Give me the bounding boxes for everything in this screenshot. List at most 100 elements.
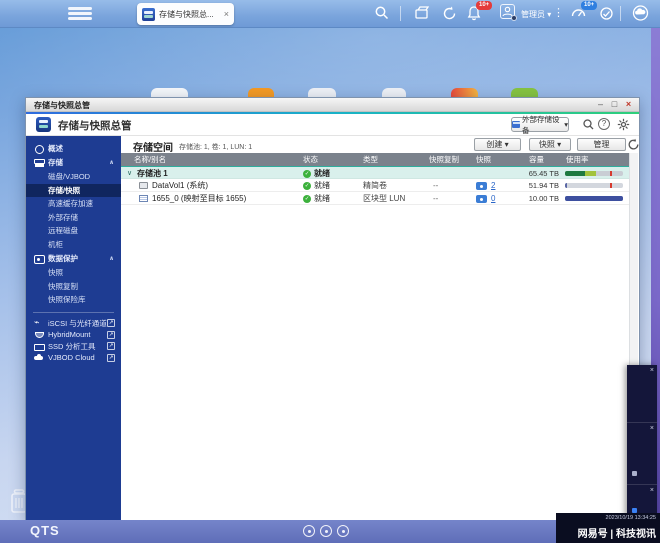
close-button[interactable]: ×: [622, 98, 635, 111]
table-header: 名称/别名 状态 类型 快照复制 快照 容量 使用率: [121, 153, 629, 166]
external-link-icon: ↗: [107, 342, 115, 350]
dock-shortcut-icon[interactable]: [320, 525, 332, 537]
iscsi-icon: [34, 319, 43, 328]
snapshot-count-link[interactable]: 0: [491, 192, 495, 205]
toast-card[interactable]: ×: [627, 365, 657, 423]
toast-card[interactable]: ×: [627, 423, 657, 485]
sidebar-item-enclosure[interactable]: 机柜: [26, 238, 121, 252]
taskbar-tab-storage-snapshots[interactable]: 存储与快照总... ×: [137, 3, 234, 25]
refresh-icon[interactable]: [627, 138, 639, 151]
snapshot-badge-icon: [476, 182, 487, 190]
sidebar-link-ssd-profiling[interactable]: SSD 分析工具 ↗: [26, 341, 121, 353]
notification-count-badge: 10+: [476, 1, 492, 10]
sidebar-item-snapshots[interactable]: 快照: [26, 266, 121, 280]
column-status[interactable]: 状态: [303, 153, 318, 166]
column-replica[interactable]: 快照复制: [429, 153, 459, 166]
dock-shortcut-icon[interactable]: [303, 525, 315, 537]
toast-close-icon[interactable]: ×: [650, 425, 654, 432]
sidebar-item-cache-acceleration[interactable]: 高速缓存加速: [26, 197, 121, 211]
user-menu[interactable]: 管理员 ▾: [521, 9, 551, 20]
resource-monitor-icon[interactable]: [598, 5, 615, 22]
sidebar-item-label: 远程磁盘: [48, 225, 78, 236]
storage-icon: [34, 158, 43, 167]
search-icon[interactable]: [374, 5, 390, 21]
maximize-button[interactable]: □: [608, 98, 621, 111]
drive-icon: [512, 121, 520, 128]
snapshot-count-link[interactable]: 2: [491, 179, 495, 192]
user-caret-icon: ▾: [547, 10, 551, 19]
status-label: 就绪: [314, 179, 330, 192]
sidebar-item-label: 快照保险库: [48, 294, 86, 305]
more-options-icon[interactable]: ⋮: [553, 5, 564, 21]
snapshot-button[interactable]: 快照 ▾: [529, 138, 571, 151]
column-snapshots[interactable]: 快照: [476, 153, 491, 166]
sidebar-item-overview[interactable]: 概述: [26, 141, 121, 155]
external-link-icon: ↗: [107, 319, 115, 327]
app-title: 存储与快照总管: [58, 118, 132, 133]
sidebar-link-label: HybridMount: [48, 330, 91, 339]
snapshot-label: 快照: [539, 140, 555, 149]
storage-app-icon: [36, 117, 51, 132]
settings-gear-icon[interactable]: [617, 118, 630, 131]
ssd-tool-icon: [34, 342, 43, 351]
tab-close-icon[interactable]: ×: [224, 9, 229, 19]
sidebar-item-snapshot-vault[interactable]: 快照保险库: [26, 293, 121, 307]
sidebar-item-label: 机柜: [48, 239, 63, 250]
create-button[interactable]: 创建 ▾: [474, 138, 521, 151]
toast-close-icon[interactable]: ×: [650, 367, 654, 374]
toast-close-icon[interactable]: ×: [650, 487, 654, 494]
toast-app-icon: [632, 471, 637, 476]
sidebar-item-label: 外部存储: [48, 212, 78, 223]
sidebar-item-label: 快照复制: [48, 281, 78, 292]
column-capacity[interactable]: 容量: [529, 153, 544, 166]
sidebar-item-external-storage[interactable]: 外部存储: [26, 211, 121, 225]
watermark-timestamp: 2023/10/19 13:34:25: [606, 515, 656, 521]
type-label: 区块型 LUN: [363, 192, 405, 205]
sidebar-link-label: SSD 分析工具: [48, 341, 96, 352]
capacity-value: 51.94 TB: [517, 179, 559, 192]
table-row-lun[interactable]: 1655_0 (映射至目标 1655) ✓ 就绪 区块型 LUN -- 0 10…: [121, 192, 629, 205]
caret-down-icon: ▾: [564, 120, 568, 129]
table-row-storage-pool[interactable]: ∨ 存储池 1 ✓ 就绪 65.45 TB: [121, 166, 629, 179]
volume-icon: [139, 182, 148, 189]
replica-value: --: [433, 179, 438, 192]
sidebar-item-disks-vjbod[interactable]: 磁盘/VJBOD: [26, 170, 121, 184]
sidebar-group-data-protection[interactable]: 数据保护 ∧: [26, 251, 121, 266]
user-status-dot: [511, 15, 517, 21]
sidebar-link-label: iSCSI 与光纤通道: [48, 318, 107, 329]
dock-shortcut-icon[interactable]: [337, 525, 349, 537]
external-device-button[interactable]: 外部存储设备 ▾: [511, 117, 569, 132]
column-type[interactable]: 类型: [363, 153, 378, 166]
myqnapcloud-icon[interactable]: [631, 4, 650, 22]
sidebar-link-hybridmount[interactable]: HybridMount ↗: [26, 329, 121, 341]
section-summary: 存储池: 1, 卷: 1, LUN: 1: [179, 142, 252, 152]
main-menu-icon[interactable]: [68, 7, 92, 21]
column-name[interactable]: 名称/别名: [134, 153, 166, 166]
sidebar-group-label: 数据保护: [48, 253, 78, 264]
minimize-button[interactable]: –: [594, 98, 607, 111]
sidebar-item-remote-disk[interactable]: 远程磁盘: [26, 224, 121, 238]
lun-icon: [139, 195, 148, 202]
manage-button[interactable]: 管理: [577, 138, 626, 151]
background-tasks-icon[interactable]: [441, 5, 458, 22]
sidebar-item-storage-snapshots[interactable]: 存储/快照: [26, 184, 121, 198]
sidebar-group-storage[interactable]: 存储 ∧: [26, 155, 121, 170]
qts-desktop: 存储与快照总... × 10+ 管理员: [0, 0, 660, 543]
table-row-datavol1[interactable]: DataVol1 (系统) ✓ 就绪 精简卷 -- 2 51.94 TB: [121, 179, 629, 192]
caret-down-icon: ▾: [557, 140, 561, 149]
sidebar-group-label: 存储: [48, 157, 63, 168]
window-titlebar[interactable]: 存储与快照总管 – □ ×: [26, 98, 639, 112]
status-ok-icon: ✓: [303, 182, 311, 190]
notification-toasts: × × ×: [627, 365, 657, 520]
data-protection-icon: [34, 254, 43, 263]
help-icon[interactable]: ?: [598, 118, 610, 130]
snapshot-badge-icon: [476, 195, 487, 203]
qts-logo: QTS: [30, 523, 60, 538]
column-usage[interactable]: 使用率: [566, 153, 589, 166]
sidebar-link-iscsi-fc[interactable]: iSCSI 与光纤通道 ↗: [26, 318, 121, 330]
window-search-icon[interactable]: [582, 118, 595, 131]
task-count-badge: 10+: [581, 1, 597, 10]
sidebar-link-vjbod-cloud[interactable]: VJBOD Cloud ↗: [26, 352, 121, 364]
sidebar-item-snapshot-replica[interactable]: 快照复制: [26, 280, 121, 294]
widgets-icon[interactable]: [414, 5, 431, 22]
